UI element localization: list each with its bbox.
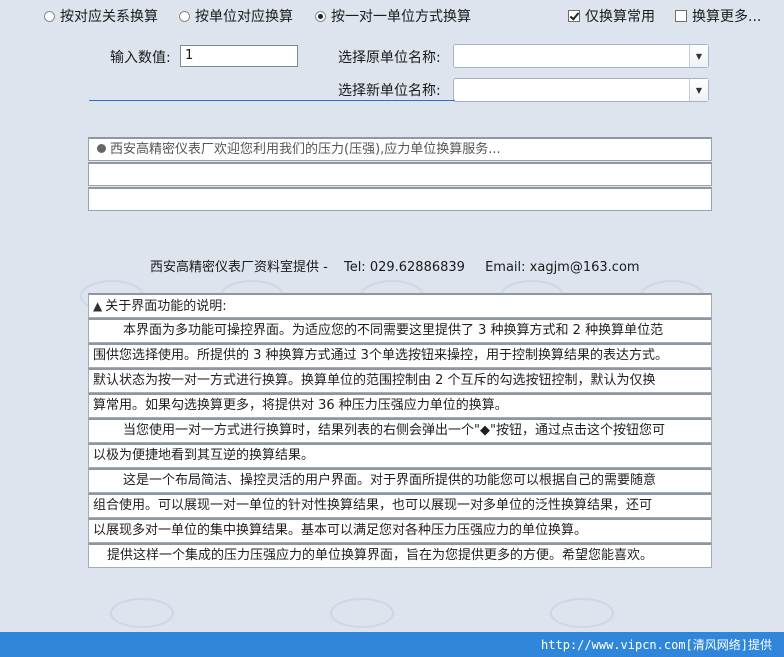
- watermark: [550, 598, 614, 628]
- radio-indicator-selected[interactable]: [315, 10, 326, 22]
- help-line: 围供您选择使用。所提供的 3 种换算方式通过 3个单选按钮来操控，用于控制换算结…: [88, 343, 712, 368]
- credit-line: 西安高精密仪表厂资料室提供 - Tel: 029.62886839 Email:…: [150, 256, 646, 275]
- target-unit-label: 选择新单位名称:: [338, 83, 441, 99]
- help-line: 提供这样一个集成的压力压强应力的单位换算界面，旨在为您提供更多的方便。希望您能喜…: [88, 543, 712, 568]
- bullet-icon: [97, 144, 106, 153]
- credit-tel: Tel: 029.62886839: [343, 260, 465, 275]
- radio-mapping-conversion[interactable]: 按对应关系换算: [44, 5, 158, 27]
- triangle-up-icon: ▲: [93, 299, 103, 313]
- result-list[interactable]: 西安高精密仪表厂欢迎您利用我们的压力(压强),应力单位换算服务...: [88, 137, 712, 212]
- checkbox-indicator[interactable]: [675, 10, 687, 22]
- dropdown-arrow-icon[interactable]: ▼: [689, 79, 708, 101]
- target-unit-select[interactable]: ▼: [453, 78, 709, 102]
- source-unit-label: 选择原单位名称:: [338, 50, 441, 66]
- radio-indicator[interactable]: [44, 10, 55, 22]
- checkbox-indicator-checked[interactable]: [568, 10, 580, 22]
- radio-mapping-label: 按对应关系换算: [60, 9, 158, 25]
- checkbox-more-label: 换算更多...: [692, 9, 762, 25]
- source-unit-select[interactable]: ▼: [453, 44, 709, 68]
- source-unit-value: [454, 45, 689, 67]
- help-panel: ▲ 关于界面功能的说明: 本界面为多功能可操控界面。为适应您的不同需要这里提供了 …: [88, 293, 712, 568]
- footer-bar: http://www.vipcn.com[清风网络]提供: [0, 632, 784, 657]
- result-text: 西安高精密仪表厂欢迎您利用我们的压力(压强),应力单位换算服务...: [110, 142, 501, 157]
- result-row[interactable]: [88, 162, 712, 186]
- radio-unit-label: 按单位对应换算: [195, 9, 293, 25]
- help-line: 本界面为多功能可操控界面。为适应您的不同需要这里提供了 3 种换算方式和 2 种…: [88, 318, 712, 343]
- dropdown-arrow-icon[interactable]: ▼: [689, 45, 708, 67]
- help-title: 关于界面功能的说明:: [105, 299, 227, 314]
- radio-indicator[interactable]: [179, 10, 190, 22]
- value-input[interactable]: 1: [180, 45, 298, 67]
- help-title-row: ▲ 关于界面功能的说明:: [88, 293, 712, 318]
- radio-one-to-one-conversion[interactable]: 按一对一单位方式换算: [315, 5, 471, 27]
- radio-one-to-one-label: 按一对一单位方式换算: [331, 9, 471, 25]
- divider-line: [89, 100, 455, 101]
- target-unit-value: [454, 79, 689, 101]
- help-line: 以展现多对一单位的集中换算结果。基本可以满足您对各种压力压强应力的单位换算。: [88, 518, 712, 543]
- radio-unit-conversion[interactable]: 按单位对应换算: [179, 5, 293, 27]
- help-line: 算常用。如果勾选换算更多，将提供对 36 种压力压强应力单位的换算。: [88, 393, 712, 418]
- credit-company: 西安高精密仪表厂资料室提供 -: [150, 260, 328, 275]
- credit-email: Email: xagjm@163.com: [485, 260, 640, 275]
- help-line: 组合使用。可以展现一对一单位的针对性换算结果，也可以展现一对多单位的泛性换算结果…: [88, 493, 712, 518]
- footer-text: http://www.vipcn.com[清风网络]提供: [541, 638, 772, 652]
- help-line: 当您使用一对一方式进行换算时，结果列表的右侧会弹出一个"◆"按钮，通过点击这个按…: [88, 418, 712, 443]
- help-line: 这是一个布局简洁、操控灵活的用户界面。对于界面所提供的功能您可以根据自己的需要随…: [88, 468, 712, 493]
- checkbox-common-label: 仅换算常用: [585, 9, 655, 25]
- help-line: 以极为便捷地看到其互逆的换算结果。: [88, 443, 712, 468]
- checkbox-common-only[interactable]: 仅换算常用: [568, 5, 655, 27]
- watermark: [330, 598, 394, 628]
- input-value-label: 输入数值:: [110, 50, 171, 66]
- help-line: 默认状态为按一对一方式进行换算。换算单位的范围控制由 2 个互斥的勾选按钮控制，…: [88, 368, 712, 393]
- watermark: [110, 598, 174, 628]
- checkbox-convert-more[interactable]: 换算更多...: [675, 5, 761, 27]
- result-row[interactable]: [88, 187, 712, 211]
- result-row[interactable]: 西安高精密仪表厂欢迎您利用我们的压力(压强),应力单位换算服务...: [88, 137, 712, 161]
